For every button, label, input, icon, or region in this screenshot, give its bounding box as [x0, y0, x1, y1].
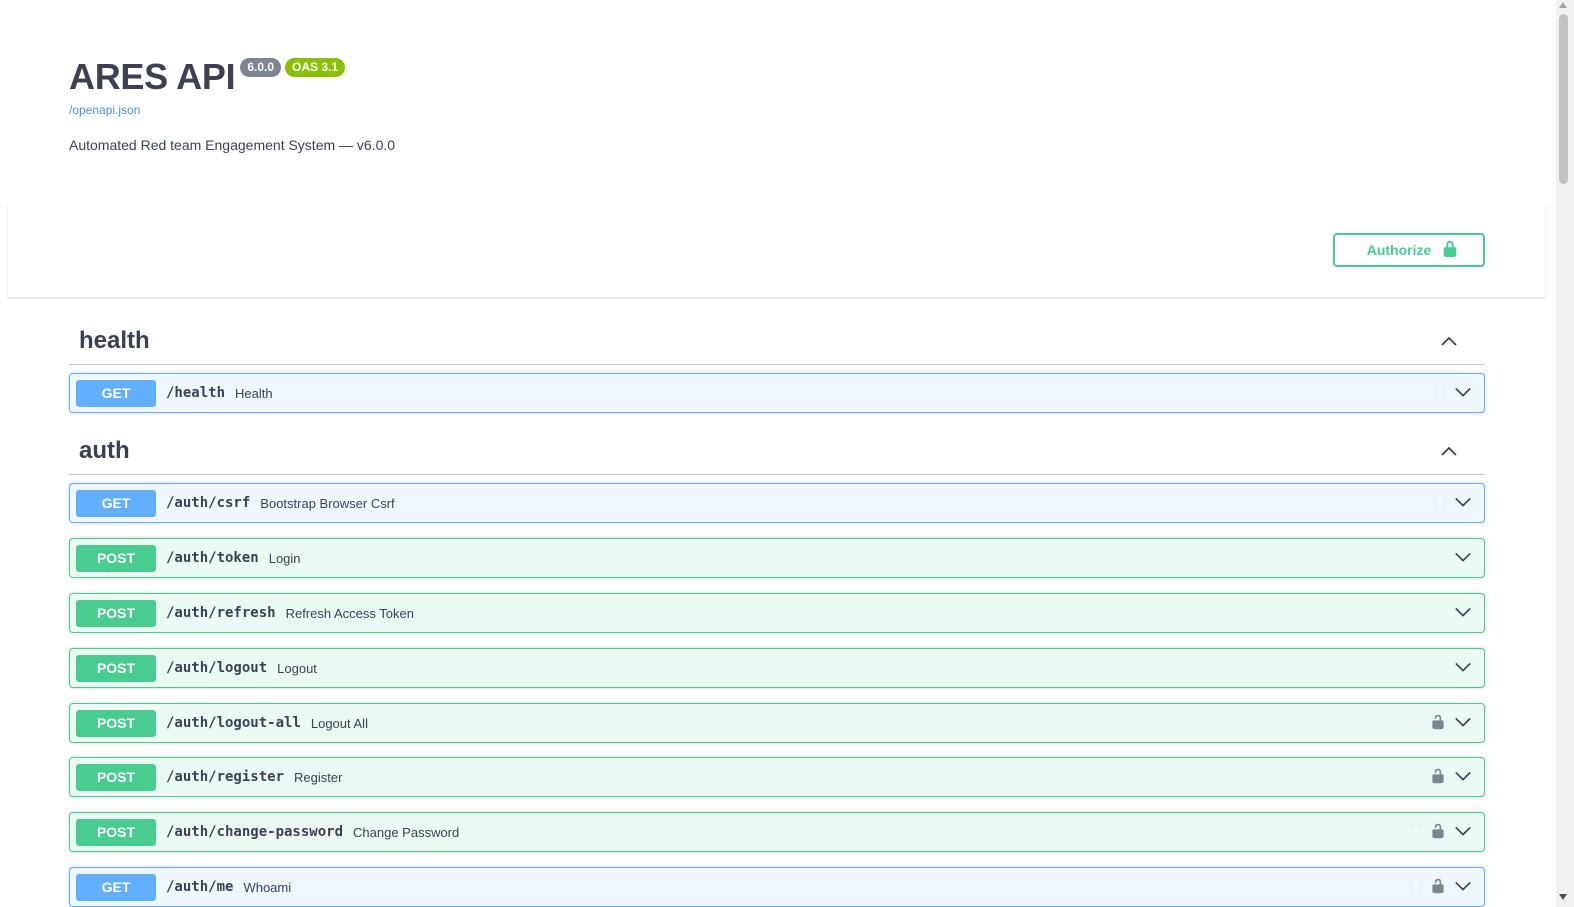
method-badge: GET	[76, 873, 156, 901]
chevron-down-icon[interactable]	[1454, 603, 1472, 621]
operation-path: /auth/refresh	[166, 605, 276, 621]
operation-path: /health	[166, 385, 226, 401]
chevron-down-icon[interactable]	[1454, 767, 1472, 785]
operation-summary: Whoami	[243, 879, 292, 895]
oas-badge: OAS 3.1	[285, 58, 346, 77]
chevron-down-icon[interactable]	[1454, 493, 1472, 511]
lock-closed-icon	[1441, 240, 1459, 261]
copy-icon[interactable]	[1434, 385, 1446, 399]
operation-summary: Register	[294, 769, 343, 785]
authorize-label: Authorize	[1366, 242, 1432, 258]
copy-icon[interactable]	[1434, 605, 1446, 619]
operation-summary: Logout	[277, 660, 317, 676]
api-info: ARES API 6.0.0 OAS 3.1 /openapi.json Aut…	[69, 55, 395, 153]
swagger-page: ARES API 6.0.0 OAS 3.1 /openapi.json Aut…	[0, 0, 1556, 907]
operation-controls	[1410, 822, 1472, 840]
operation-summary: Refresh Access Token	[285, 605, 414, 621]
chevron-down-icon[interactable]	[1454, 658, 1472, 676]
tag-header-auth[interactable]: auth	[69, 427, 1485, 475]
operation-post-auth-logout-all[interactable]: POST /auth/logout-all Logout All	[69, 703, 1485, 743]
tag-name: auth	[79, 436, 130, 464]
chevron-down-icon[interactable]	[1454, 877, 1472, 895]
method-badge: POST	[76, 599, 156, 627]
operation-controls	[1410, 877, 1472, 895]
copy-icon[interactable]	[1410, 824, 1422, 838]
scroll-down-arrow-icon[interactable]	[1559, 894, 1567, 900]
method-badge: GET	[76, 379, 156, 407]
operation-summary: Login	[268, 550, 301, 566]
chevron-down-icon[interactable]	[1454, 548, 1472, 566]
operation-post-auth-token[interactable]: POST /auth/token Login	[69, 538, 1485, 578]
lock-open-icon[interactable]	[1430, 822, 1446, 840]
chevron-up-icon[interactable]	[1439, 441, 1459, 461]
copy-icon[interactable]	[1434, 660, 1446, 674]
operation-path: /auth/change-password	[166, 824, 344, 840]
method-badge: POST	[76, 654, 156, 682]
operation-path: /auth/me	[166, 879, 234, 895]
operation-post-auth-refresh[interactable]: POST /auth/refresh Refresh Access Token	[69, 593, 1485, 633]
method-badge: POST	[76, 709, 156, 737]
scroll-up-arrow-icon[interactable]	[1559, 2, 1567, 8]
chevron-down-icon[interactable]	[1454, 713, 1472, 731]
method-badge: POST	[76, 763, 156, 791]
operation-controls	[1434, 383, 1472, 401]
tag-section-auth: auth	[69, 427, 1485, 475]
tag-section-health: health	[69, 317, 1485, 365]
operation-controls	[1410, 713, 1472, 731]
scheme-container: Authorize	[8, 204, 1545, 297]
lock-open-icon[interactable]	[1430, 713, 1446, 731]
lock-open-icon[interactable]	[1430, 767, 1446, 785]
chevron-down-icon[interactable]	[1454, 383, 1472, 401]
method-badge: GET	[76, 489, 156, 517]
openapi-spec-link[interactable]: /openapi.json	[69, 103, 395, 117]
chevron-down-icon[interactable]	[1454, 822, 1472, 840]
operation-controls	[1434, 493, 1472, 511]
method-badge: POST	[76, 544, 156, 572]
tag-header-health[interactable]: health	[69, 317, 1485, 365]
api-description: Automated Red team Engagement System — v…	[69, 137, 396, 153]
copy-icon[interactable]	[1434, 550, 1446, 564]
operation-post-auth-change-password[interactable]: POST /auth/change-password Change Passwo…	[69, 812, 1485, 852]
operation-get-health[interactable]: GET /health Health	[69, 373, 1485, 413]
operation-controls	[1434, 658, 1472, 676]
operation-path: /auth/csrf	[166, 495, 251, 511]
operation-controls	[1410, 767, 1472, 785]
method-badge: POST	[76, 818, 156, 846]
operation-get-auth-me[interactable]: GET /auth/me Whoami	[69, 867, 1485, 907]
operation-path: /auth/token	[166, 550, 259, 566]
vertical-scrollbar[interactable]	[1556, 0, 1574, 907]
lock-open-icon[interactable]	[1430, 877, 1446, 895]
copy-icon[interactable]	[1410, 769, 1422, 783]
scrollbar-thumb[interactable]	[1559, 14, 1568, 184]
title-row: ARES API 6.0.0 OAS 3.1	[69, 55, 395, 99]
copy-icon[interactable]	[1410, 879, 1422, 893]
copy-icon[interactable]	[1434, 495, 1446, 509]
operation-get-auth-csrf[interactable]: GET /auth/csrf Bootstrap Browser Csrf	[69, 483, 1485, 523]
operation-post-auth-register[interactable]: POST /auth/register Register	[69, 757, 1485, 797]
chevron-up-icon[interactable]	[1439, 331, 1459, 351]
operation-controls	[1434, 548, 1472, 566]
operation-summary: Change Password	[353, 824, 460, 840]
version-badge: 6.0.0	[240, 58, 282, 77]
operation-path: /auth/logout-all	[166, 715, 301, 731]
operation-summary: Logout All	[310, 715, 368, 731]
operation-post-auth-logout[interactable]: POST /auth/logout Logout	[69, 648, 1485, 688]
operation-controls	[1434, 603, 1472, 621]
authorize-button[interactable]: Authorize	[1333, 233, 1485, 267]
operation-summary: Health	[235, 385, 273, 401]
operation-path: /auth/logout	[166, 660, 268, 676]
api-title: ARES API	[69, 56, 236, 97]
tag-name: health	[79, 326, 150, 354]
operation-summary: Bootstrap Browser Csrf	[260, 495, 395, 511]
copy-icon[interactable]	[1410, 715, 1422, 729]
operation-path: /auth/register	[166, 769, 285, 785]
